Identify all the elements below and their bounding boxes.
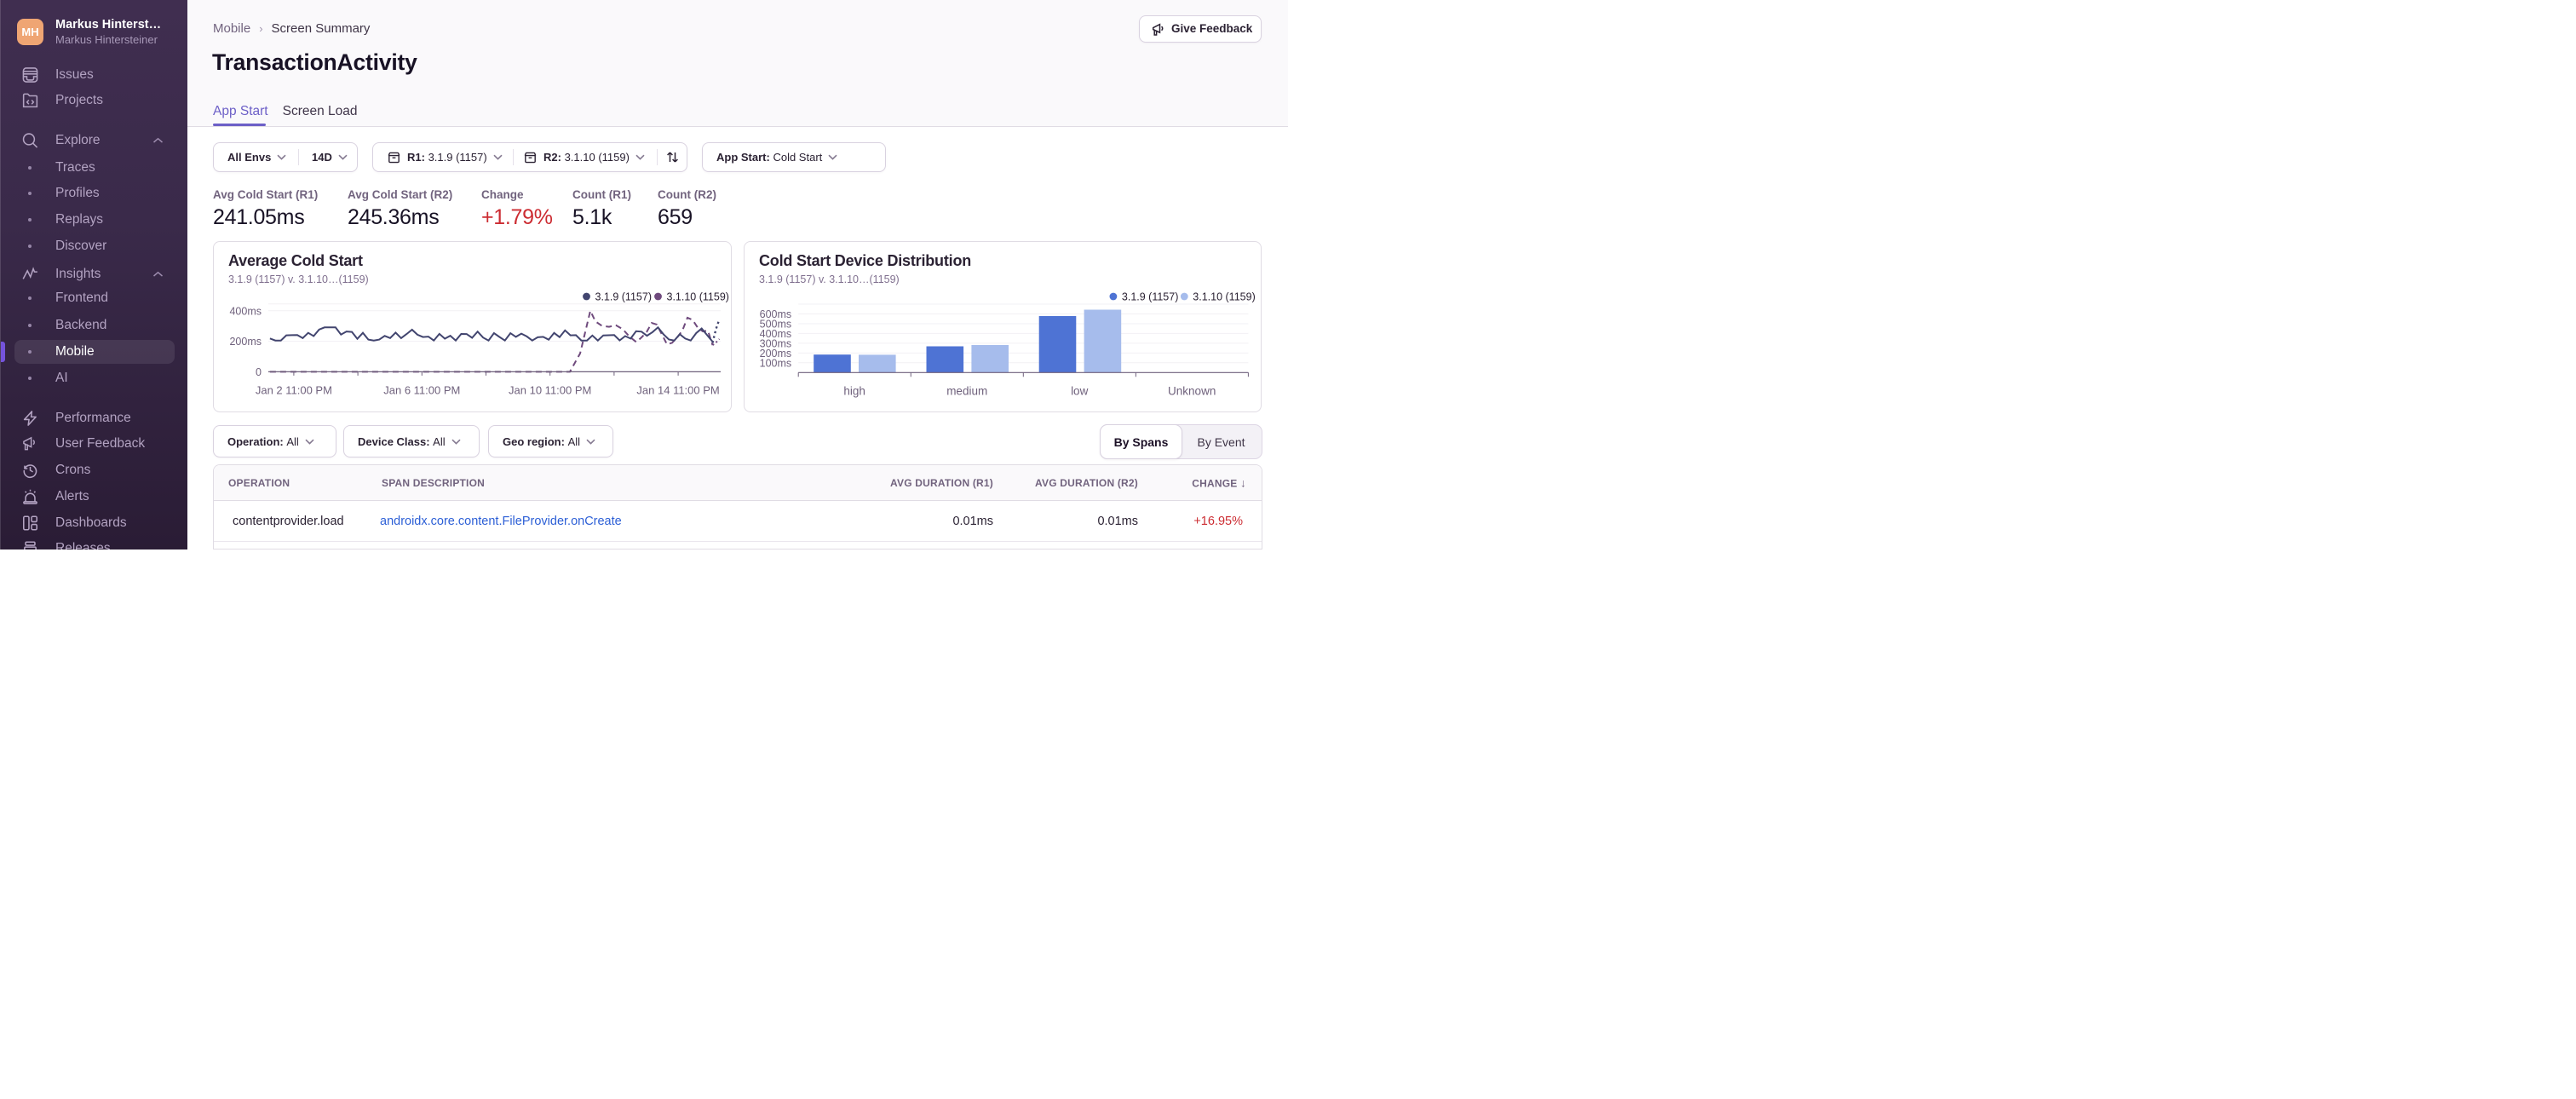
svg-text:Jan 6 11:00 PM: Jan 6 11:00 PM — [383, 384, 460, 397]
svg-text:high: high — [843, 385, 865, 398]
svg-text:400ms: 400ms — [229, 305, 262, 317]
svg-text:3.1.10 (1159): 3.1.10 (1159) — [1193, 291, 1255, 303]
svg-text:Jan 14 11:00 PM: Jan 14 11:00 PM — [636, 384, 719, 397]
svg-text:3.1.9 (1157): 3.1.9 (1157) — [1122, 291, 1178, 303]
svg-text:Jan 2 11:00 PM: Jan 2 11:00 PM — [256, 384, 332, 397]
svg-text:low: low — [1071, 385, 1089, 398]
svg-text:Unknown: Unknown — [1168, 385, 1216, 398]
svg-text:200ms: 200ms — [229, 336, 262, 348]
svg-text:0: 0 — [256, 366, 262, 378]
svg-text:3.1.10 (1159): 3.1.10 (1159) — [667, 291, 729, 303]
svg-text:3.1.9 (1157): 3.1.9 (1157) — [595, 291, 652, 303]
svg-text:medium: medium — [946, 385, 987, 398]
svg-text:600ms: 600ms — [760, 308, 792, 320]
svg-text:Jan 10 11:00 PM: Jan 10 11:00 PM — [509, 384, 591, 397]
